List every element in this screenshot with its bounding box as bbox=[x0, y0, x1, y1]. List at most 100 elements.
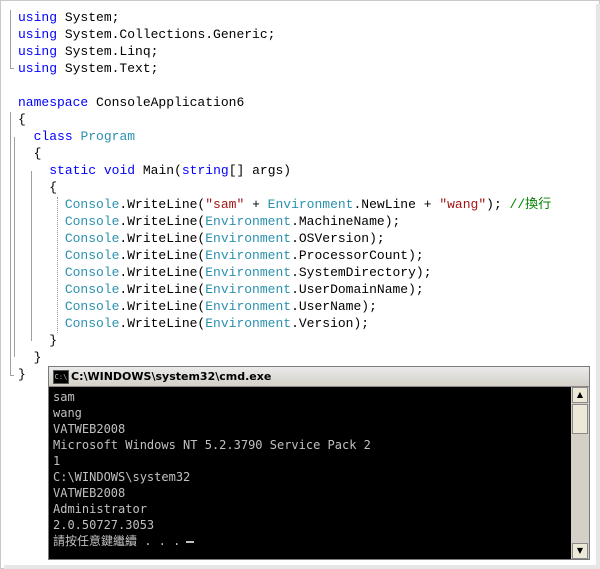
scroll-down-icon[interactable]: ▼ bbox=[572, 543, 588, 559]
code-line[interactable]: Console.WriteLine(Environment.Version); bbox=[18, 315, 369, 332]
code-token: .UserDomainName); bbox=[291, 282, 424, 297]
console-output-line: C:\WINDOWS\system32 bbox=[53, 470, 191, 484]
code-line[interactable]: } bbox=[18, 366, 26, 383]
keyword-token: using bbox=[18, 10, 58, 25]
console-output-line: 1 bbox=[53, 454, 61, 468]
scroll-thumb[interactable] bbox=[572, 404, 588, 434]
code-token: { bbox=[18, 180, 58, 195]
cmd-icon: C:\ bbox=[53, 370, 69, 384]
type-token: Environment bbox=[267, 197, 354, 212]
keyword-token: static bbox=[49, 163, 97, 178]
type-token: Environment bbox=[205, 248, 292, 263]
console-output-line: wang bbox=[53, 406, 82, 420]
code-line[interactable]: class Program bbox=[18, 128, 135, 145]
code-line[interactable]: { bbox=[18, 179, 57, 196]
console-output-line: 2.0.50727.3053 bbox=[53, 518, 155, 532]
code-line[interactable]: { bbox=[18, 111, 26, 128]
code-token: .WriteLine( bbox=[119, 316, 206, 331]
frame-shadow-bottom bbox=[4, 565, 600, 569]
code-line[interactable]: Console.WriteLine(Environment.MachineNam… bbox=[18, 213, 400, 230]
console-output-line: Microsoft Windows NT 5.2.3790 Service Pa… bbox=[53, 438, 371, 452]
code-token: { bbox=[18, 112, 26, 127]
type-token: Console bbox=[64, 282, 120, 297]
code-token: } bbox=[18, 350, 42, 365]
code-token: .WriteLine( bbox=[119, 299, 206, 314]
type-token: Console bbox=[64, 197, 120, 212]
code-token: .Version); bbox=[291, 316, 370, 331]
type-token: Environment bbox=[205, 316, 292, 331]
keyword-token: class bbox=[33, 129, 73, 144]
code-line[interactable]: Console.WriteLine(Environment.UserDomain… bbox=[18, 281, 424, 298]
code-line[interactable]: Console.WriteLine(Environment.SystemDire… bbox=[18, 264, 432, 281]
code-line[interactable]: using System.Text; bbox=[18, 60, 158, 77]
code-token: System.Text; bbox=[57, 61, 159, 76]
code-token: .WriteLine( bbox=[119, 265, 206, 280]
string-token: "sam" bbox=[205, 197, 245, 212]
code-token: ); bbox=[486, 197, 510, 212]
fold-using-block[interactable] bbox=[10, 10, 11, 68]
cmd-title-bar[interactable]: C:\ C:\WINDOWS\system32\cmd.exe bbox=[49, 367, 589, 387]
fold-class-block[interactable] bbox=[14, 137, 15, 357]
type-token: Console bbox=[64, 299, 120, 314]
cmd-window[interactable]: C:\ C:\WINDOWS\system32\cmd.exe sam wang V… bbox=[48, 366, 590, 560]
code-line[interactable]: Console.WriteLine(Environment.OSVersion)… bbox=[18, 230, 385, 247]
type-token: Console bbox=[64, 265, 120, 280]
code-token: System.Collections.Generic; bbox=[57, 27, 276, 42]
code-token: + bbox=[244, 197, 268, 212]
code-token: System; bbox=[57, 10, 120, 25]
keyword-token: namespace bbox=[18, 95, 89, 110]
type-token: Console bbox=[64, 248, 120, 263]
type-token: Console bbox=[64, 214, 120, 229]
code-token: } bbox=[18, 367, 26, 382]
code-line[interactable]: { bbox=[18, 145, 42, 162]
code-token: .WriteLine( bbox=[119, 282, 206, 297]
console-prompt-text: 請按任意鍵繼續 . . . bbox=[53, 534, 181, 548]
cmd-output-area[interactable]: sam wang VATWEB2008 Microsoft Windows NT 5.… bbox=[49, 387, 571, 559]
type-token: Environment bbox=[205, 231, 292, 246]
code-token: .UserName); bbox=[291, 299, 377, 314]
type-token: Environment bbox=[205, 299, 292, 314]
console-output-line: VATWEB2008 bbox=[53, 486, 126, 500]
keyword-token: using bbox=[18, 61, 58, 76]
console-output-line: Administrator bbox=[53, 502, 147, 516]
code-token: .WriteLine( bbox=[119, 197, 206, 212]
comment-token: //換行 bbox=[509, 197, 552, 212]
keyword-token: void bbox=[103, 163, 136, 178]
code-token: .WriteLine( bbox=[119, 248, 206, 263]
cmd-scrollbar[interactable]: ▲ ▼ bbox=[571, 387, 589, 559]
code-line[interactable]: Console.WriteLine("sam" + Environment.Ne… bbox=[18, 196, 551, 213]
code-line[interactable]: Console.WriteLine(Environment.UserName); bbox=[18, 298, 377, 315]
cmd-title: C:\WINDOWS\system32\cmd.exe bbox=[71, 370, 272, 383]
code-token: } bbox=[18, 333, 58, 348]
code-token: ConsoleApplication6 bbox=[88, 95, 245, 110]
code-line[interactable]: Console.WriteLine(Environment.ProcessorC… bbox=[18, 247, 424, 264]
code-token: .SystemDirectory); bbox=[291, 265, 432, 280]
code-token: { bbox=[18, 146, 42, 161]
code-line[interactable]: using System; bbox=[18, 9, 119, 26]
code-line[interactable]: namespace ConsoleApplication6 bbox=[18, 94, 244, 111]
code-token: .NewLine + bbox=[353, 197, 440, 212]
text-cursor bbox=[186, 540, 195, 543]
code-line[interactable]: static void Main(string[] args) bbox=[18, 162, 291, 179]
keyword-token: using bbox=[18, 44, 58, 59]
fold-namespace-block[interactable] bbox=[10, 112, 11, 375]
code-token: .ProcessorCount); bbox=[291, 248, 424, 263]
code-line[interactable]: } bbox=[18, 332, 57, 349]
code-line[interactable]: using System.Collections.Generic; bbox=[18, 26, 275, 43]
string-token: "wang" bbox=[439, 197, 487, 212]
scroll-up-icon[interactable]: ▲ bbox=[572, 387, 588, 403]
code-line[interactable]: using System.Linq; bbox=[18, 43, 158, 60]
code-token: Main( bbox=[135, 163, 182, 178]
console-output-line: sam bbox=[53, 390, 75, 404]
code-line[interactable]: } bbox=[18, 349, 42, 366]
console-output-line: VATWEB2008 bbox=[53, 422, 126, 436]
